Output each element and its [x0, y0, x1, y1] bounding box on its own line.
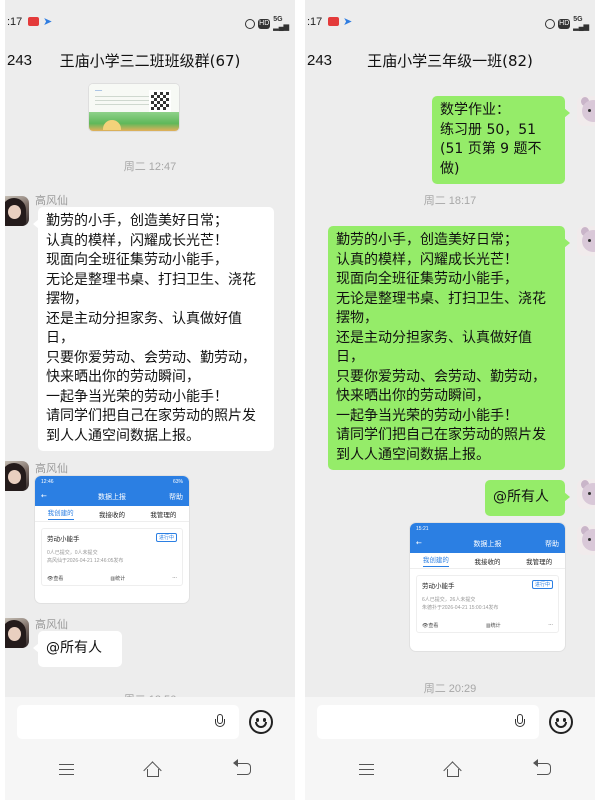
status-icons: HD 5G ▂▄▆ [245, 16, 289, 32]
report-meta: 0人已提交，0人未提交 高风仙于2026-04-21 12:46:05发布 [47, 550, 124, 564]
microphone-icon[interactable] [215, 714, 225, 730]
system-nav-bar [5, 747, 295, 800]
thumbnail-header: ── [89, 84, 179, 112]
chat-title: 王庙小学三二班班级群(67) [59, 52, 241, 70]
timestamp: 周二 12:47 [123, 161, 177, 173]
left-chat-screen: :17 ➤ HD 5G ▂▄▆ 243 王庙小学三二班班级群(67) ── 周二 … [5, 0, 295, 800]
more-action: ··· [172, 575, 177, 581]
message-input-bar [305, 697, 595, 747]
timestamp: 周二 18:17 [423, 195, 477, 207]
status-time: :17 [7, 16, 23, 28]
stats-action: ▥统计 [110, 576, 126, 582]
received-text-message[interactable]: 勤劳的小手，创造美好日常； 认真的模样，闪耀成长光芒！ 现面向全班征集劳动小能手… [33, 207, 274, 451]
qr-code-icon [149, 90, 171, 112]
card-status-bar: 15:21 [410, 523, 565, 535]
thumbnail-text-lines [95, 96, 151, 108]
sender-name: 高风仙 [35, 462, 68, 475]
own-avatar[interactable] [577, 525, 595, 555]
received-text-message[interactable]: @所有人 [33, 631, 122, 667]
sender-avatar[interactable] [5, 196, 29, 226]
status-badge: 进行中 [531, 580, 553, 589]
card-report-item: 劳动小能手 进行中 0人已提交，0人未提交 高风仙于2026-04-21 12:… [41, 528, 183, 586]
card-tabs: 我创建的 我接收的 我管理的 [35, 506, 189, 522]
menu-icon[interactable] [59, 764, 74, 775]
home-icon[interactable] [443, 761, 462, 780]
right-chat-screen: :17 ➤ HD 5G ▂▄▆ 243 王庙小学三年级一班(82) 数学作业： 练… [305, 0, 595, 800]
emoji-icon[interactable] [249, 710, 273, 734]
alarm-icon [245, 19, 256, 29]
own-avatar[interactable] [577, 226, 595, 256]
data-report-screenshot[interactable]: 15:21 ← 数据上报 帮助 我创建的 我接收的 我管理的 劳动小能手 进行中… [410, 523, 565, 651]
status-time: :17 [307, 16, 323, 28]
send-arrow-icon: ➤ [43, 15, 53, 28]
chat-header: 243 王庙小学三二班班级群(67) [5, 44, 295, 78]
status-bar: :17 ➤ HD 5G ▂▄▆ [5, 0, 295, 44]
message-input[interactable] [17, 705, 239, 739]
sent-text-message[interactable]: 勤劳的小手，创造美好日常； 认真的模样，闪耀成长光芒！ 现面向全班征集劳动小能手… [328, 226, 570, 470]
home-icon[interactable] [143, 761, 162, 780]
stats-action: ▥统计 [485, 623, 501, 629]
more-action: ··· [548, 622, 553, 628]
view-action: 👁查看 [47, 576, 64, 582]
card-header: ← 数据上报 帮助 [410, 535, 565, 553]
timestamp: 周二 20:29 [423, 683, 477, 695]
card-help: 帮助 [169, 493, 183, 501]
card-title: 数据上报 [473, 540, 502, 548]
back-icon[interactable] [533, 759, 551, 775]
card-tab: 我接收的 [474, 557, 501, 566]
5g-signal-icon: 5G ▂▄▆ [273, 16, 289, 31]
card-tab: 我创建的 [47, 507, 74, 520]
card-tab: 我创建的 [422, 554, 449, 567]
message-input-bar [5, 697, 295, 747]
hd-icon: HD [258, 19, 271, 29]
sender-avatar[interactable] [5, 461, 29, 491]
back-icon[interactable] [233, 759, 251, 775]
status-bar: :17 ➤ HD 5G ▂▄▆ [305, 0, 595, 44]
sent-text-message[interactable]: @所有人 [485, 480, 570, 516]
system-nav-bar [305, 747, 595, 800]
data-report-screenshot[interactable]: 12:46 63% ← 数据上报 帮助 我创建的 我接收的 我管理的 劳动小能手… [35, 476, 189, 603]
microphone-icon[interactable] [515, 714, 525, 730]
thumbnail-illustration [89, 112, 179, 131]
card-tab: 我接收的 [98, 510, 125, 519]
sent-text-message[interactable]: 数学作业： 练习册 50，51 (51 页第 9 题不做) [432, 96, 570, 184]
own-avatar[interactable] [577, 96, 595, 126]
alarm-icon [545, 19, 556, 29]
card-header: ← 数据上报 帮助 [35, 488, 189, 506]
menu-icon[interactable] [359, 764, 374, 775]
5g-signal-icon: 5G ▂▄▆ [573, 16, 589, 31]
message-input[interactable] [317, 705, 539, 739]
image-message-thumbnail[interactable]: ── [89, 84, 179, 131]
sender-name: 高风仙 [35, 194, 68, 207]
hd-icon: HD [558, 19, 571, 29]
chat-header: 243 王庙小学三年级一班(82) [305, 44, 595, 78]
chat-title: 王庙小学三年级一班(82) [367, 52, 533, 70]
report-meta: 6人已提交，26人未提交 朱德扑于2026-04-21 15:00:14发布 [422, 597, 499, 611]
report-actions: 👁查看 ▥统计 ··· [422, 622, 553, 629]
card-tab: 我管理的 [526, 557, 553, 566]
send-arrow-icon: ➤ [343, 15, 353, 28]
sun-illustration [103, 120, 121, 130]
emoji-icon[interactable] [549, 710, 573, 734]
thumbnail-heading: ── [95, 88, 103, 94]
notification-app-icon [328, 17, 339, 26]
card-status-bar: 12:46 63% [35, 476, 189, 488]
view-action: 👁查看 [422, 623, 439, 629]
card-help: 帮助 [545, 540, 559, 548]
status-icons: HD 5G ▂▄▆ [545, 16, 589, 32]
status-badge: 进行中 [155, 533, 177, 542]
card-title: 数据上报 [98, 493, 126, 501]
card-tab: 我管理的 [150, 510, 177, 519]
report-actions: 👁查看 ▥统计 ··· [47, 575, 177, 582]
sender-name: 高风仙 [35, 618, 68, 631]
card-tabs: 我创建的 我接收的 我管理的 [410, 553, 565, 569]
sender-avatar[interactable] [5, 618, 29, 648]
card-report-item: 劳动小能手 进行中 6人已提交，26人未提交 朱德扑于2026-04-21 15… [416, 575, 559, 633]
own-avatar[interactable] [577, 479, 595, 509]
notification-app-icon [28, 17, 39, 26]
